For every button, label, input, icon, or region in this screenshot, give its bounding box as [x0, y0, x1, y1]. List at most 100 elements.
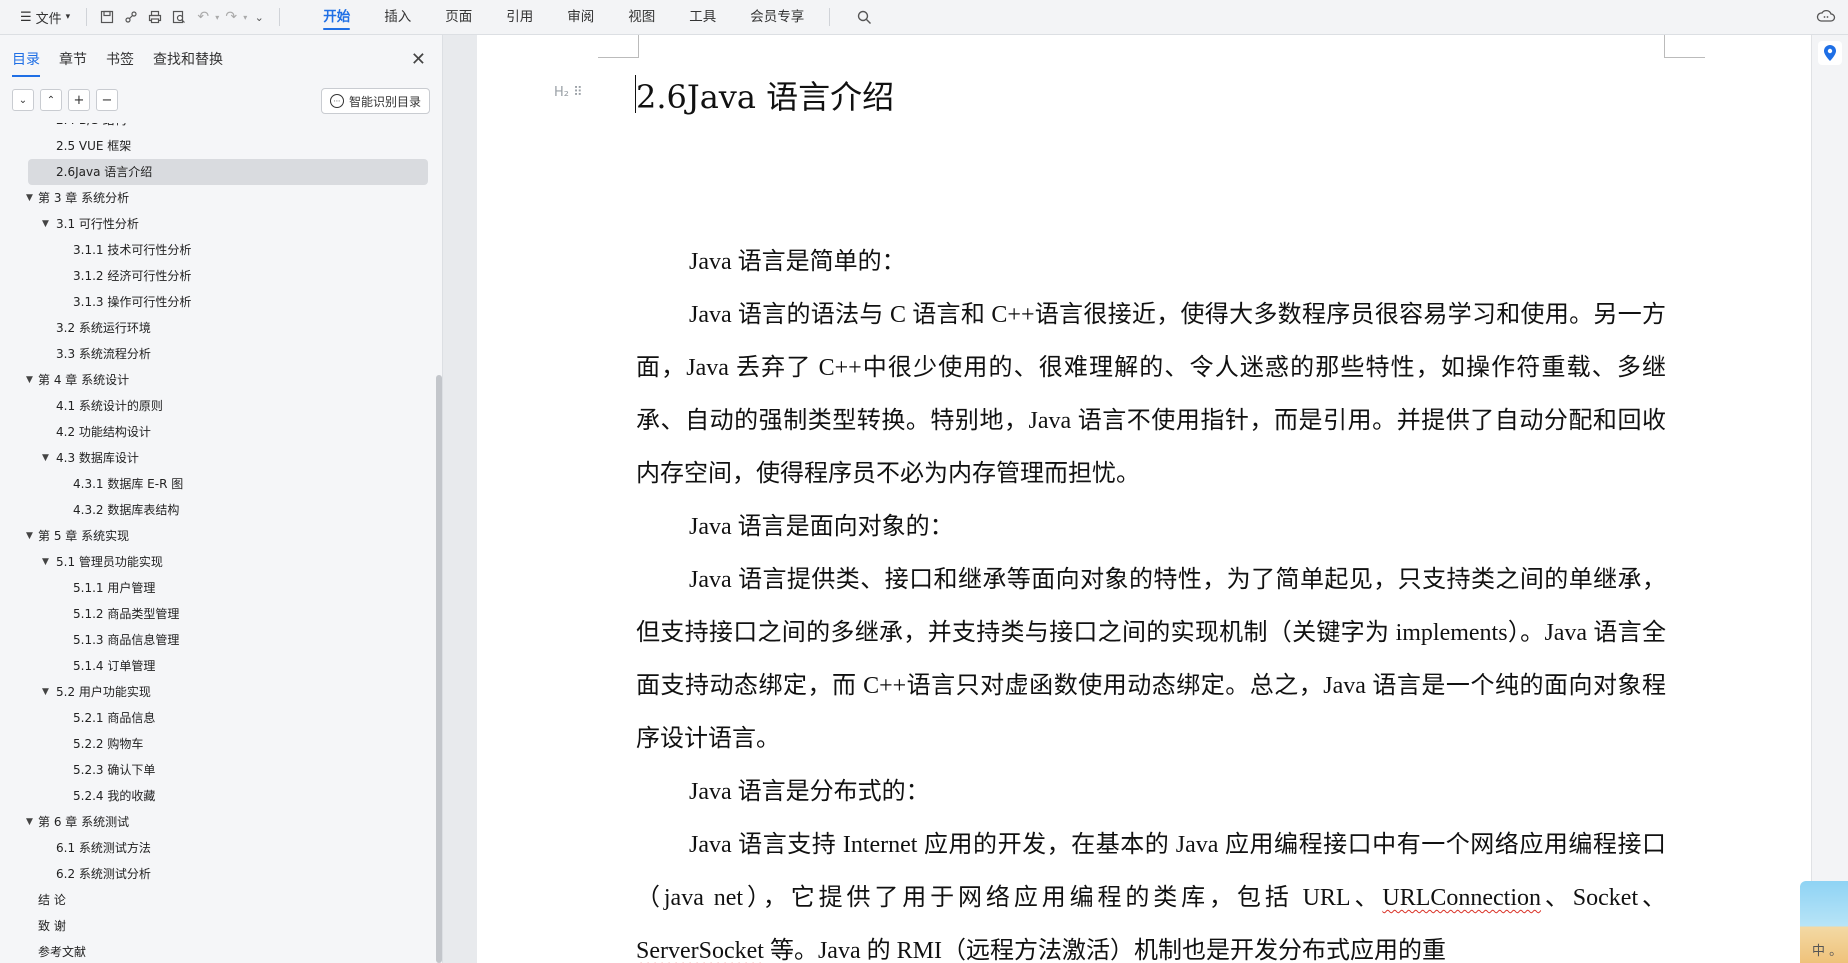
minus-icon: −	[101, 92, 113, 108]
toc-list-container: 2.4 B/S 结构 2.5 VUE 框架 2.6Java 语言介绍 ▼ 第 3 章 系…	[0, 123, 436, 963]
file-menu-button[interactable]: ☰ 文件 ▾	[12, 4, 78, 31]
print-icon[interactable]	[143, 5, 167, 29]
toc-item-label: 3.1.1 技术可行性分析	[73, 243, 192, 257]
toc-item[interactable]: 5.2.1 商品信息	[0, 705, 436, 731]
paragraph[interactable]: Java 语言是简单的：	[636, 236, 1666, 289]
toc-item[interactable]: 3.1.2 经济可行性分析	[0, 263, 436, 289]
smart-toc-label: 智能识别目录	[348, 94, 421, 109]
toc-item-label: 4.2 功能结构设计	[56, 425, 151, 439]
cloud-sync-icon[interactable]	[1816, 7, 1836, 27]
remove-heading-button[interactable]: −	[96, 89, 118, 111]
tab-chapters[interactable]: 章节	[59, 49, 87, 69]
toc-item-label: 5.1.4 订单管理	[73, 659, 156, 673]
expand-arrow-icon[interactable]: ▼	[42, 211, 49, 237]
tab-ribbon-4[interactable]: 审阅	[550, 0, 611, 34]
paragraph[interactable]: Java 语言支持 Internet 应用的开发，在基本的 Java 应用编程接…	[636, 819, 1666, 963]
toc-item[interactable]: 2.6Java 语言介绍	[28, 159, 428, 185]
toc-item[interactable]: ▼ 5.2 用户功能实现	[0, 679, 436, 705]
tab-toc[interactable]: 目录	[12, 49, 40, 77]
document-body[interactable]: Java 语言是简单的： Java 语言的语法与 C 语言和 C++语言很接近，…	[636, 236, 1666, 963]
share-icon[interactable]	[119, 5, 143, 29]
undo-icon[interactable]: ↶	[191, 5, 215, 29]
heading-level-marker[interactable]: H₂ ⠿	[554, 85, 583, 100]
expand-arrow-icon[interactable]: ▼	[26, 809, 33, 835]
toc-item[interactable]: 3.2 系统运行环境	[0, 315, 436, 341]
expand-arrow-icon[interactable]: ▼	[26, 523, 33, 549]
toc-item[interactable]: ▼ 4.3 数据库设计	[0, 445, 436, 471]
expand-arrow-icon[interactable]: ▼	[26, 185, 33, 211]
toc-item[interactable]: 5.1.2 商品类型管理	[0, 601, 436, 627]
toc-item[interactable]: 3.1.3 操作可行性分析	[0, 289, 436, 315]
paragraph[interactable]: Java 语言提供类、接口和继承等面向对象的特性，为了简单起见，只支持类之间的单…	[636, 554, 1666, 766]
document-page[interactable]: H₂ ⠿ 2.6Java 语言介绍 Java 语言是简单的： Java 语言的语…	[477, 35, 1822, 963]
expand-arrow-icon[interactable]: ▼	[42, 679, 49, 705]
nav-panel-tabs: 目录 章节 书签 查找和替换 ✕	[0, 35, 442, 83]
toc-item-label: 参考文献	[38, 945, 87, 959]
toc-item[interactable]: 4.3.2 数据库表结构	[0, 497, 436, 523]
toc-item[interactable]: 3.1.1 技术可行性分析	[0, 237, 436, 263]
search-icon[interactable]	[852, 5, 876, 29]
toc-item[interactable]: 3.3 系统流程分析	[0, 341, 436, 367]
tab-ribbon-1[interactable]: 插入	[367, 0, 428, 34]
toc-item[interactable]: ▼ 第 4 章 系统设计	[0, 367, 436, 393]
chevron-down-icon: ▾	[65, 12, 71, 22]
toc-item[interactable]: ▼ 5.1 管理员功能实现	[0, 549, 436, 575]
toc-item[interactable]: 5.1.3 商品信息管理	[0, 627, 436, 653]
toc-item-label: 5.2.1 商品信息	[73, 711, 156, 725]
tab-ribbon-7[interactable]: 会员专享	[733, 0, 821, 34]
crop-mark	[1664, 35, 1705, 58]
toc-item[interactable]: 5.2.4 我的收藏	[0, 783, 436, 809]
add-heading-button[interactable]: +	[68, 89, 90, 111]
toc-item[interactable]: 5.1.4 订单管理	[0, 653, 436, 679]
location-pin-icon[interactable]	[1818, 41, 1842, 65]
spellcheck-word[interactable]: URLConnection	[1382, 885, 1541, 911]
save-icon[interactable]	[95, 5, 119, 29]
toc-item[interactable]: 4.2 功能结构设计	[0, 419, 436, 445]
toc-item[interactable]: 5.1.1 用户管理	[0, 575, 436, 601]
paragraph[interactable]: Java 语言的语法与 C 语言和 C++语言很接近，使得大多数程序员很容易学习…	[636, 289, 1666, 501]
toc-item[interactable]: 致 谢	[0, 913, 436, 939]
tab-find-replace[interactable]: 查找和替换	[153, 49, 223, 69]
section-heading[interactable]: 2.6Java 语言介绍	[636, 72, 894, 118]
expand-arrow-icon[interactable]: ▼	[42, 549, 49, 575]
tab-bookmarks[interactable]: 书签	[106, 49, 134, 69]
toc-item[interactable]: 6.1 系统测试方法	[0, 835, 436, 861]
paragraph[interactable]: Java 语言是面向对象的：	[636, 501, 1666, 554]
toc-item[interactable]: 2.4 B/S 结构	[0, 123, 436, 133]
toc-item[interactable]: ▼ 第 5 章 系统实现	[0, 523, 436, 549]
input-method-widget[interactable]: 中 。	[1800, 881, 1848, 963]
toc-item[interactable]: 4.3.1 数据库 E-R 图	[0, 471, 436, 497]
toc-item[interactable]: 参考文献	[0, 939, 436, 963]
collapse-up-button[interactable]: ⌃	[40, 89, 62, 111]
expand-arrow-icon[interactable]: ▼	[42, 445, 49, 471]
print-preview-icon[interactable]	[167, 5, 191, 29]
collapse-down-button[interactable]: ⌄	[12, 89, 34, 111]
menu-icon: ☰	[20, 9, 32, 25]
toc-item[interactable]: ▼ 3.1 可行性分析	[0, 211, 436, 237]
toc-item[interactable]: ▼ 第 3 章 系统分析	[0, 185, 436, 211]
paragraph[interactable]: Java 语言是分布式的：	[636, 766, 1666, 819]
divider	[829, 8, 831, 26]
toc-item[interactable]: 5.2.3 确认下单	[0, 757, 436, 783]
toc-item[interactable]: 2.5 VUE 框架	[0, 133, 436, 159]
toc-item[interactable]: 6.2 系统测试分析	[0, 861, 436, 887]
tab-ribbon-3[interactable]: 引用	[489, 0, 550, 34]
toc-scrollbar[interactable]	[436, 123, 442, 963]
tab-ribbon-5[interactable]: 视图	[611, 0, 672, 34]
toc-item[interactable]: 4.1 系统设计的原则	[0, 393, 436, 419]
toc-scrollbar-thumb[interactable]	[436, 375, 442, 963]
tab-ribbon-6[interactable]: 工具	[672, 0, 733, 34]
toc-item[interactable]: 结 论	[0, 887, 436, 913]
smart-toc-button[interactable]: ⋯ 智能识别目录	[320, 88, 430, 114]
tab-ribbon-0[interactable]: 开始	[306, 0, 367, 34]
toc-item[interactable]: ▼ 第 6 章 系统测试	[0, 809, 436, 835]
crop-mark	[598, 35, 639, 58]
redo-icon[interactable]: ↷	[219, 5, 243, 29]
toc-item[interactable]: 5.2.2 购物车	[0, 731, 436, 757]
expand-arrow-icon[interactable]: ▼	[26, 367, 33, 393]
close-icon[interactable]: ✕	[411, 49, 426, 70]
spellcheck-word[interactable]: ServerSocket	[636, 938, 764, 963]
more-chevron-icon[interactable]: ⌄	[247, 5, 271, 29]
file-menu-label: 文件	[35, 11, 62, 27]
tab-ribbon-2[interactable]: 页面	[428, 0, 489, 34]
